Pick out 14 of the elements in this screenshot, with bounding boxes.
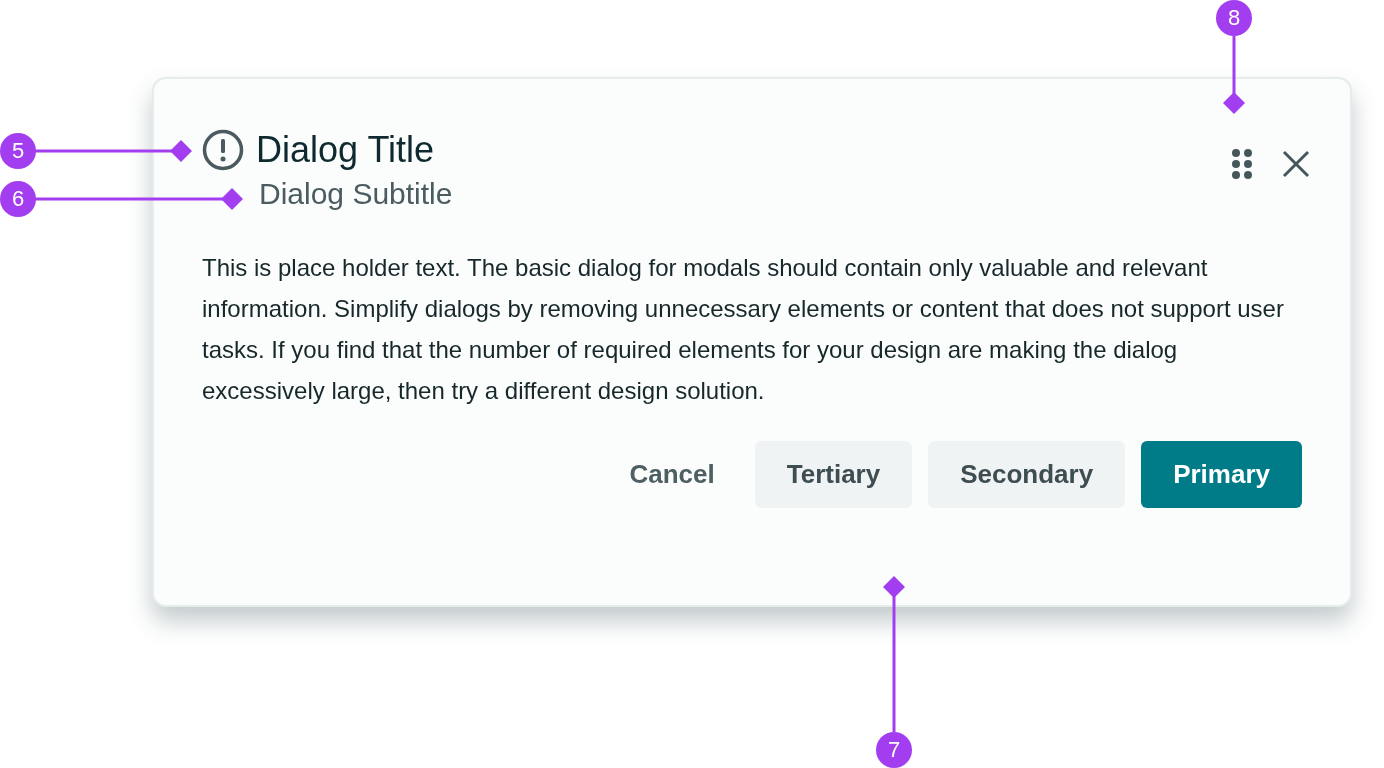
callout-badge: 8 xyxy=(1216,0,1252,36)
alert-icon xyxy=(202,129,244,171)
dialog-title: Dialog Title xyxy=(256,129,435,171)
dialog-button[interactable]: Primary xyxy=(1141,441,1302,508)
cancel-link[interactable]: Cancel xyxy=(605,441,739,508)
callout-badge: 7 xyxy=(876,732,912,768)
drag-handle-icon[interactable] xyxy=(1232,149,1252,179)
callout-badge: 6 xyxy=(0,181,36,217)
dialog-subtitle: Dialog Subtitle xyxy=(259,177,453,211)
body-text: This is place holder text. The basic dialog for modals should contain only valuable and relevant information. Simplify dialogs by removing unnecessary elements or content that does not support user tasks. If you find that the number of required elements for your design are making the dialog excessively large, then try a different design solution. xyxy=(202,253,1285,406)
callout-badge: 5 xyxy=(0,133,36,169)
dialog-button[interactable]: Secondary xyxy=(928,441,1126,508)
dialog-button[interactable]: Tertiary xyxy=(754,441,913,508)
close-icon[interactable] xyxy=(1282,150,1310,178)
